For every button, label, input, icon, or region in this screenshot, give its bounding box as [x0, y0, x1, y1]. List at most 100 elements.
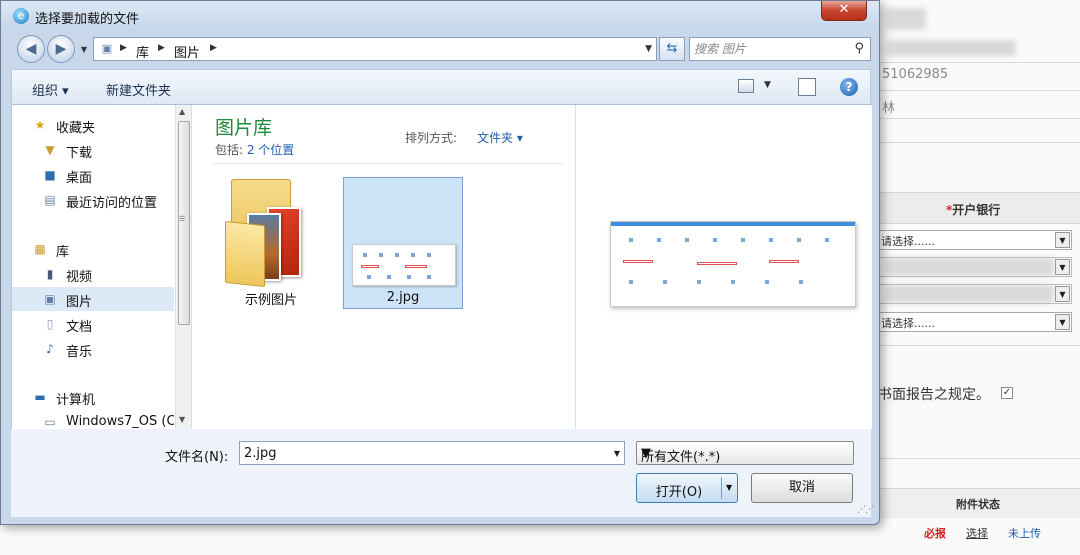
forward-arrow-icon: ▶: [55, 41, 67, 57]
report-text: 书面报告之规定。: [878, 387, 990, 403]
phone-fragment: 51062985: [882, 67, 949, 82]
refresh-button[interactable]: ⇆: [659, 37, 685, 61]
drive-icon: ▭: [44, 415, 56, 429]
search-icon[interactable]: ⚲: [854, 41, 864, 56]
navigation-scrollbar[interactable]: ▲ ☰ ▼: [175, 105, 191, 429]
navigation-pane: ★ 收藏夹 ▼ 下载 ■ 桌面 ▤ 最近访问的位置 ▦ 库 ▮ 视频 ▣ 图片 …: [12, 105, 192, 429]
command-bar: 组织 ▾ 新建文件夹 ▼ ?: [11, 69, 871, 105]
required-label: 必报: [924, 527, 946, 540]
help-icon[interactable]: ?: [840, 78, 858, 96]
file-type-select[interactable]: 所有文件(*.*) ▼: [636, 441, 854, 465]
nav-item-libraries[interactable]: ▦ 库: [12, 237, 174, 261]
new-folder-button[interactable]: 新建文件夹: [106, 80, 171, 99]
blurred-text: [886, 8, 926, 30]
browser-app-icon: e: [13, 8, 29, 24]
breadcrumb-separator-icon: ▶: [120, 43, 127, 53]
downloads-folder-icon: ▼: [45, 143, 55, 157]
blurred-text: [886, 40, 1016, 56]
libraries-icon: ▦: [34, 242, 46, 256]
address-row: ◀ ▶ ▼ ▣ ▶ 库 ▶ 图片 ▶ ▼ ⇆ ⚲: [1, 31, 879, 67]
search-input[interactable]: [694, 40, 844, 58]
preview-image: [610, 221, 856, 307]
arrange-by-label: 排列方式:: [405, 131, 458, 145]
organize-menu[interactable]: 组织 ▾: [32, 80, 69, 99]
filename-input[interactable]: [244, 445, 596, 461]
dialog-title: 选择要加载的文件: [35, 12, 140, 27]
nav-item-music[interactable]: ♪ 音乐: [12, 337, 174, 361]
nav-item-recent-places[interactable]: ▤ 最近访问的位置: [12, 188, 174, 212]
attachment-status-header: 附件状态: [876, 488, 1080, 518]
address-dropdown-icon[interactable]: ▼: [645, 44, 652, 54]
bank-select-4[interactable]: 请选择...... ▼: [876, 312, 1072, 332]
upload-status: 未上传: [1008, 527, 1041, 540]
nav-item-computer[interactable]: ▬ 计算机: [12, 385, 174, 409]
pictures-library-icon: ▣: [101, 42, 113, 55]
scroll-up-icon[interactable]: ▲: [179, 107, 185, 116]
view-options-dropdown-icon[interactable]: ▼: [764, 80, 771, 90]
select-link[interactable]: 选择: [966, 525, 988, 541]
bank-select-1[interactable]: 请选择...... ▼: [876, 230, 1072, 250]
file-open-dialog: e 选择要加载的文件 ✕ ◀ ▶ ▼ ▣ ▶ 库 ▶ 图片 ▶ ▼ ⇆ ⚲ 组织…: [0, 0, 880, 525]
nav-item-favorites[interactable]: ★ 收藏夹: [12, 113, 174, 137]
music-icon: ♪: [46, 342, 54, 356]
name-fragment: 林: [882, 101, 896, 116]
videos-icon: ▮: [46, 267, 54, 281]
breadcrumb-pictures[interactable]: 图片: [174, 42, 200, 61]
open-options-dropdown-icon[interactable]: ▼: [726, 483, 732, 492]
file-item-sample-pictures-folder[interactable]: 示例图片: [211, 177, 331, 309]
file-name: 示例图片: [244, 293, 297, 308]
refresh-icon: ⇆: [666, 41, 678, 56]
nav-item-documents[interactable]: ▯ 文档: [12, 312, 174, 336]
nav-item-windows-drive[interactable]: ▭ Windows7_OS (C: [12, 410, 174, 429]
nav-item-downloads[interactable]: ▼ 下载: [12, 138, 174, 162]
recent-locations-dropdown[interactable]: ▼: [78, 44, 90, 56]
star-icon: ★: [34, 118, 46, 132]
desktop-icon: ■: [44, 168, 56, 182]
filename-dropdown-icon[interactable]: ▼: [614, 449, 620, 458]
library-locations-link[interactable]: 2 个位置: [247, 143, 294, 157]
agree-checkbox[interactable]: ✓: [1001, 387, 1013, 399]
content-area: ★ 收藏夹 ▼ 下载 ■ 桌面 ▤ 最近访问的位置 ▦ 库 ▮ 视频 ▣ 图片 …: [11, 105, 872, 429]
close-button[interactable]: ✕: [821, 1, 867, 21]
breadcrumb-separator-icon: ▶: [158, 43, 165, 53]
library-title: 图片库: [215, 117, 273, 139]
bottom-bar: 文件名(N): ▼ 所有文件(*.*) ▼ 打开(O) ▼ 取消 ⋰⋰: [11, 429, 874, 517]
image-thumbnail: [352, 244, 456, 286]
scrollbar-thumb[interactable]: [178, 121, 190, 325]
file-list-pane: 图片库 包括: 2 个位置 排列方式: 文件夹 ▾ 示例图片 2.jpg: [193, 105, 575, 429]
bank-column-header: *开户银行: [876, 192, 1080, 224]
scroll-down-icon[interactable]: ▼: [179, 415, 185, 424]
title-bar[interactable]: e 选择要加载的文件 ✕: [1, 1, 879, 31]
folder-icon: [225, 179, 307, 288]
computer-icon: ▬: [34, 390, 46, 404]
library-includes: 包括: 2 个位置: [215, 143, 295, 157]
preview-pane: [575, 105, 872, 429]
preview-pane-toggle-icon[interactable]: [798, 78, 816, 96]
arrange-by-dropdown[interactable]: 文件夹 ▾: [477, 129, 523, 146]
nav-item-pictures[interactable]: ▣ 图片: [12, 287, 174, 311]
open-button[interactable]: 打开(O) ▼: [636, 473, 738, 503]
resize-grip-icon[interactable]: ⋰⋰: [857, 505, 874, 515]
scrollbar-grip-icon: ☰: [179, 215, 186, 223]
breadcrumb-libraries[interactable]: 库: [136, 42, 149, 61]
bank-select-3[interactable]: ▼: [876, 284, 1072, 304]
address-bar[interactable]: ▣ ▶ 库 ▶ 图片 ▶ ▼: [93, 37, 657, 61]
nav-item-desktop[interactable]: ■ 桌面: [12, 163, 174, 187]
documents-icon: ▯: [46, 317, 54, 331]
nav-item-videos[interactable]: ▮ 视频: [12, 262, 174, 286]
change-view-icon[interactable]: [738, 79, 754, 93]
breadcrumb-separator-icon: ▶: [210, 43, 217, 53]
search-box[interactable]: ⚲: [689, 37, 871, 61]
recent-places-icon: ▤: [44, 193, 56, 207]
filename-label: 文件名(N):: [165, 450, 229, 465]
cancel-button[interactable]: 取消: [751, 473, 853, 503]
pictures-icon: ▣: [44, 292, 56, 306]
file-name: 2.jpg: [386, 290, 420, 305]
forward-button[interactable]: ▶: [47, 35, 75, 63]
back-button[interactable]: ◀: [17, 35, 45, 63]
bank-select-2[interactable]: ▼: [876, 257, 1072, 277]
filename-combobox[interactable]: ▼: [239, 441, 625, 465]
back-arrow-icon: ◀: [25, 41, 37, 57]
file-type-dropdown-icon: ▼: [641, 446, 651, 461]
file-item-2-jpg[interactable]: 2.jpg: [343, 177, 463, 309]
